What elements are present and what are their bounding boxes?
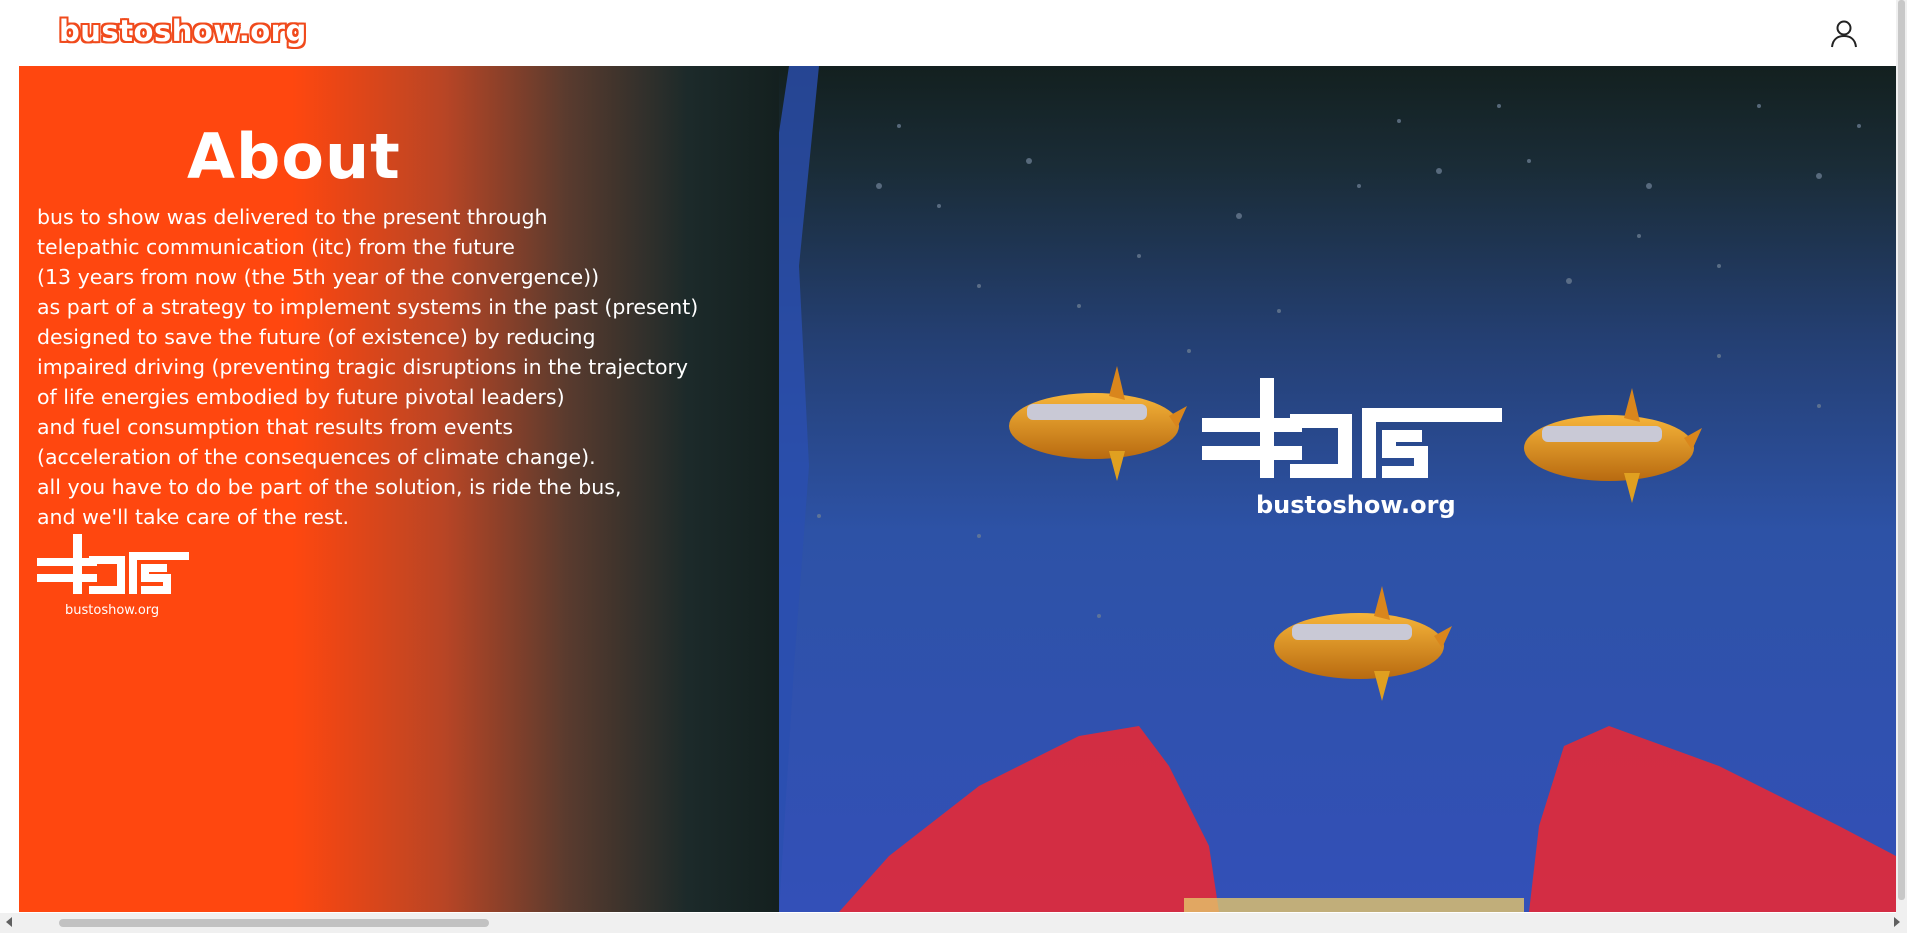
vertical-scroll-thumb[interactable]: [1898, 0, 1905, 900]
about-description: bus to show was delivered to the present…: [37, 202, 757, 532]
about-line: impaired driving (preventing tragic disr…: [37, 355, 689, 379]
about-line: (acceleration of the consequences of cli…: [37, 445, 596, 469]
small-logo-caption: bustoshow.org: [65, 603, 160, 618]
user-icon: [1831, 20, 1857, 48]
about-line: and we'll take care of the rest.: [37, 505, 350, 529]
vertical-scrollbar[interactable]: [1896, 0, 1907, 913]
about-line: bus to show was delivered to the present…: [37, 205, 548, 229]
about-line: and fuel consumption that results from e…: [37, 415, 513, 439]
scroll-right-arrow-icon[interactable]: [1894, 917, 1900, 927]
bts-logo-large: [1202, 378, 1502, 478]
ground-strip: [1184, 898, 1524, 912]
about-line: (13 years from now (the 5th year of the …: [37, 265, 600, 289]
about-title: About: [187, 120, 401, 193]
large-logo-caption: bustoshow.org: [1256, 491, 1456, 519]
brand-logo-link[interactable]: bustoshow.org: [59, 14, 307, 48]
hero-section: About bus to show was delivered to the p…: [19, 66, 1896, 912]
about-line: all you have to do be part of the soluti…: [37, 475, 622, 499]
user-account-button[interactable]: [1828, 18, 1860, 50]
horizontal-scroll-thumb[interactable]: [59, 919, 489, 927]
about-line: as part of a strategy to implement syste…: [37, 295, 699, 319]
horizontal-scrollbar[interactable]: [0, 913, 1907, 933]
about-panel: About bus to show was delivered to the p…: [19, 66, 779, 912]
about-line: telepathic communication (itc) from the …: [37, 235, 515, 259]
about-line: of life energies embodied by future pivo…: [37, 385, 565, 409]
site-header: bustoshow.org: [0, 0, 1907, 66]
about-line: designed to save the future (of existenc…: [37, 325, 596, 349]
scroll-left-arrow-icon[interactable]: [6, 917, 12, 927]
